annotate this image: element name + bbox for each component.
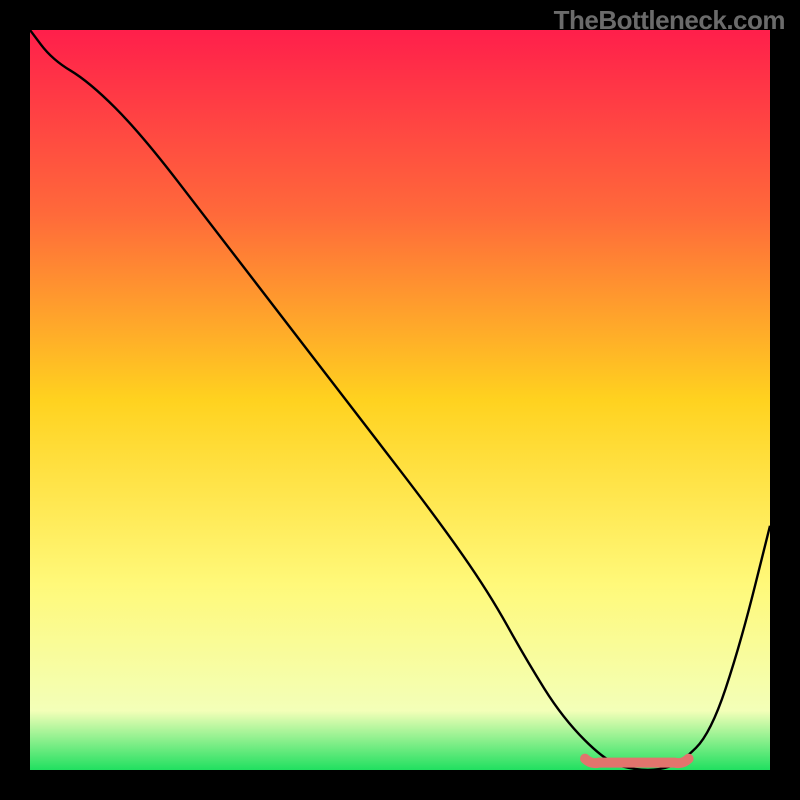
- chart-svg: [30, 30, 770, 770]
- chart-background: [30, 30, 770, 770]
- plot-area: [30, 30, 770, 770]
- optimal-zone-highlight: [585, 759, 689, 764]
